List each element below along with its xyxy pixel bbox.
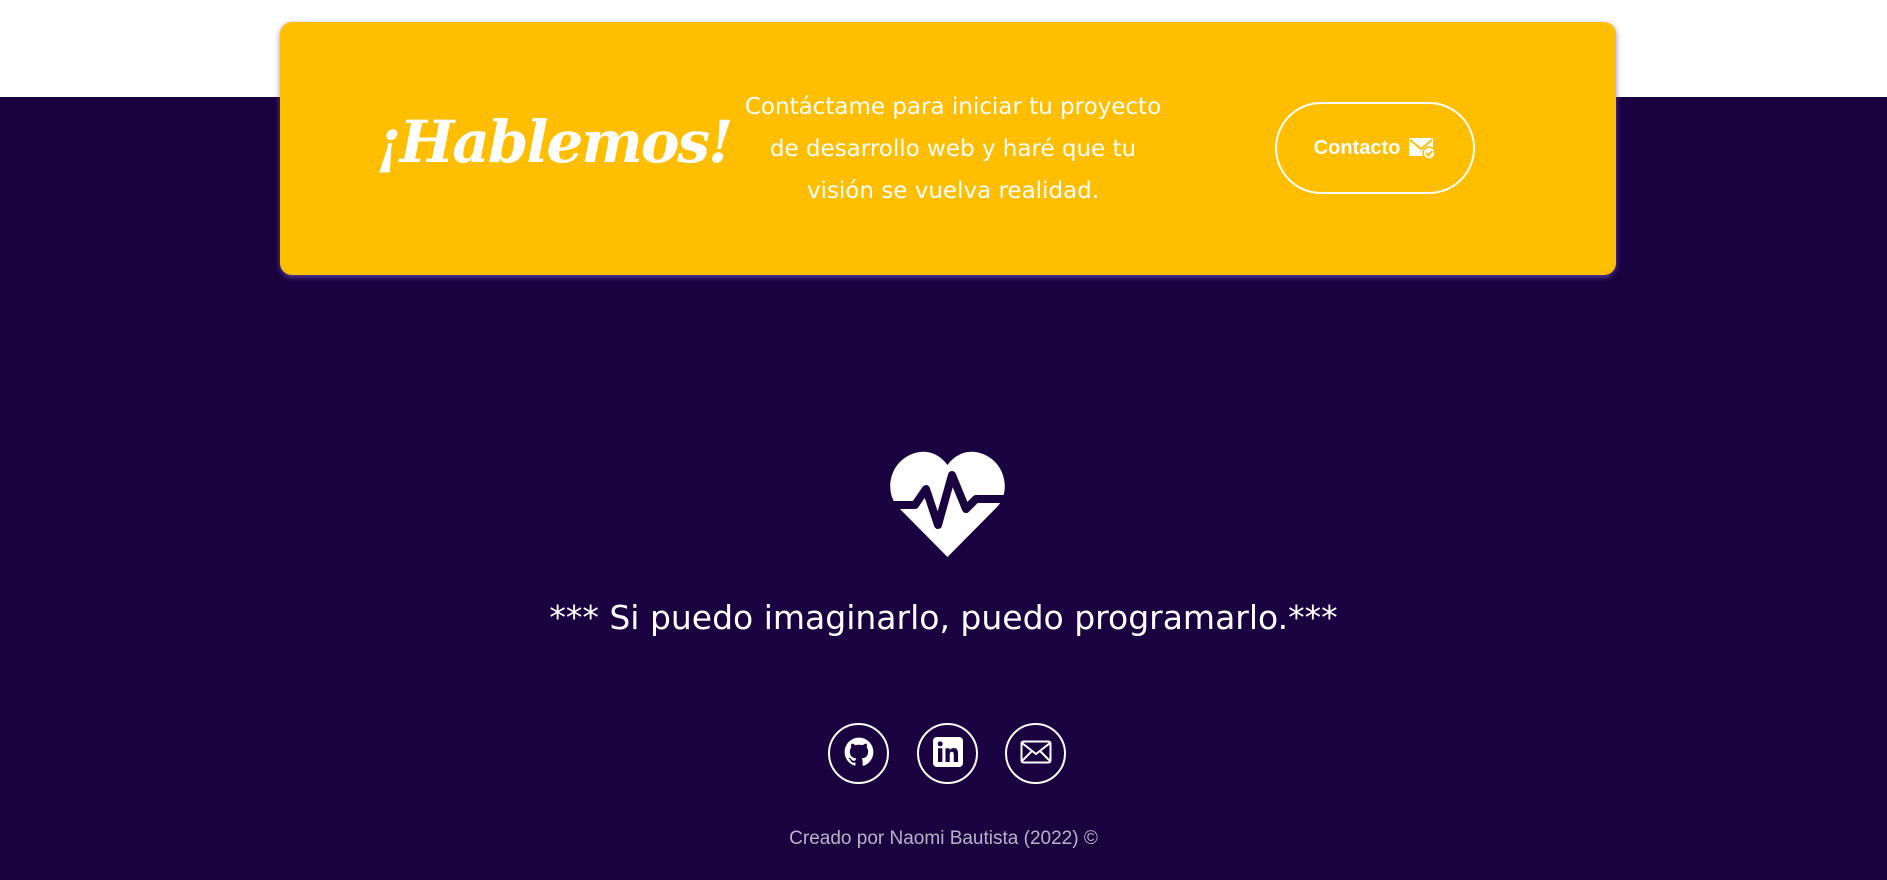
- contact-cta-card: ¡Hablemos! Contáctame para iniciar tu pr…: [280, 22, 1616, 275]
- page: ¡Hablemos! Contáctame para iniciar tu pr…: [0, 0, 1887, 880]
- mail-check-icon: [1408, 136, 1437, 160]
- email-link[interactable]: [1005, 723, 1066, 784]
- linkedin-icon: [932, 736, 963, 771]
- social-links: [827, 723, 1069, 787]
- contact-button-label: Contacto: [1313, 136, 1401, 159]
- heart-pulse-icon: [886, 449, 1009, 557]
- cta-description: Contáctame para iniciar tu proyecto de d…: [744, 94, 1162, 204]
- motto-text: *** Si puedo imaginarlo, puedo programar…: [549, 598, 1338, 637]
- linkedin-link[interactable]: [917, 723, 978, 784]
- github-link[interactable]: [828, 723, 889, 784]
- envelope-icon: [1020, 740, 1052, 768]
- contact-button[interactable]: Contacto: [1275, 102, 1475, 194]
- cta-title: ¡Hablemos!: [376, 108, 734, 176]
- github-icon: [844, 737, 874, 771]
- footer-credit: Creado por Naomi Bautista (2022) ©: [789, 828, 1098, 849]
